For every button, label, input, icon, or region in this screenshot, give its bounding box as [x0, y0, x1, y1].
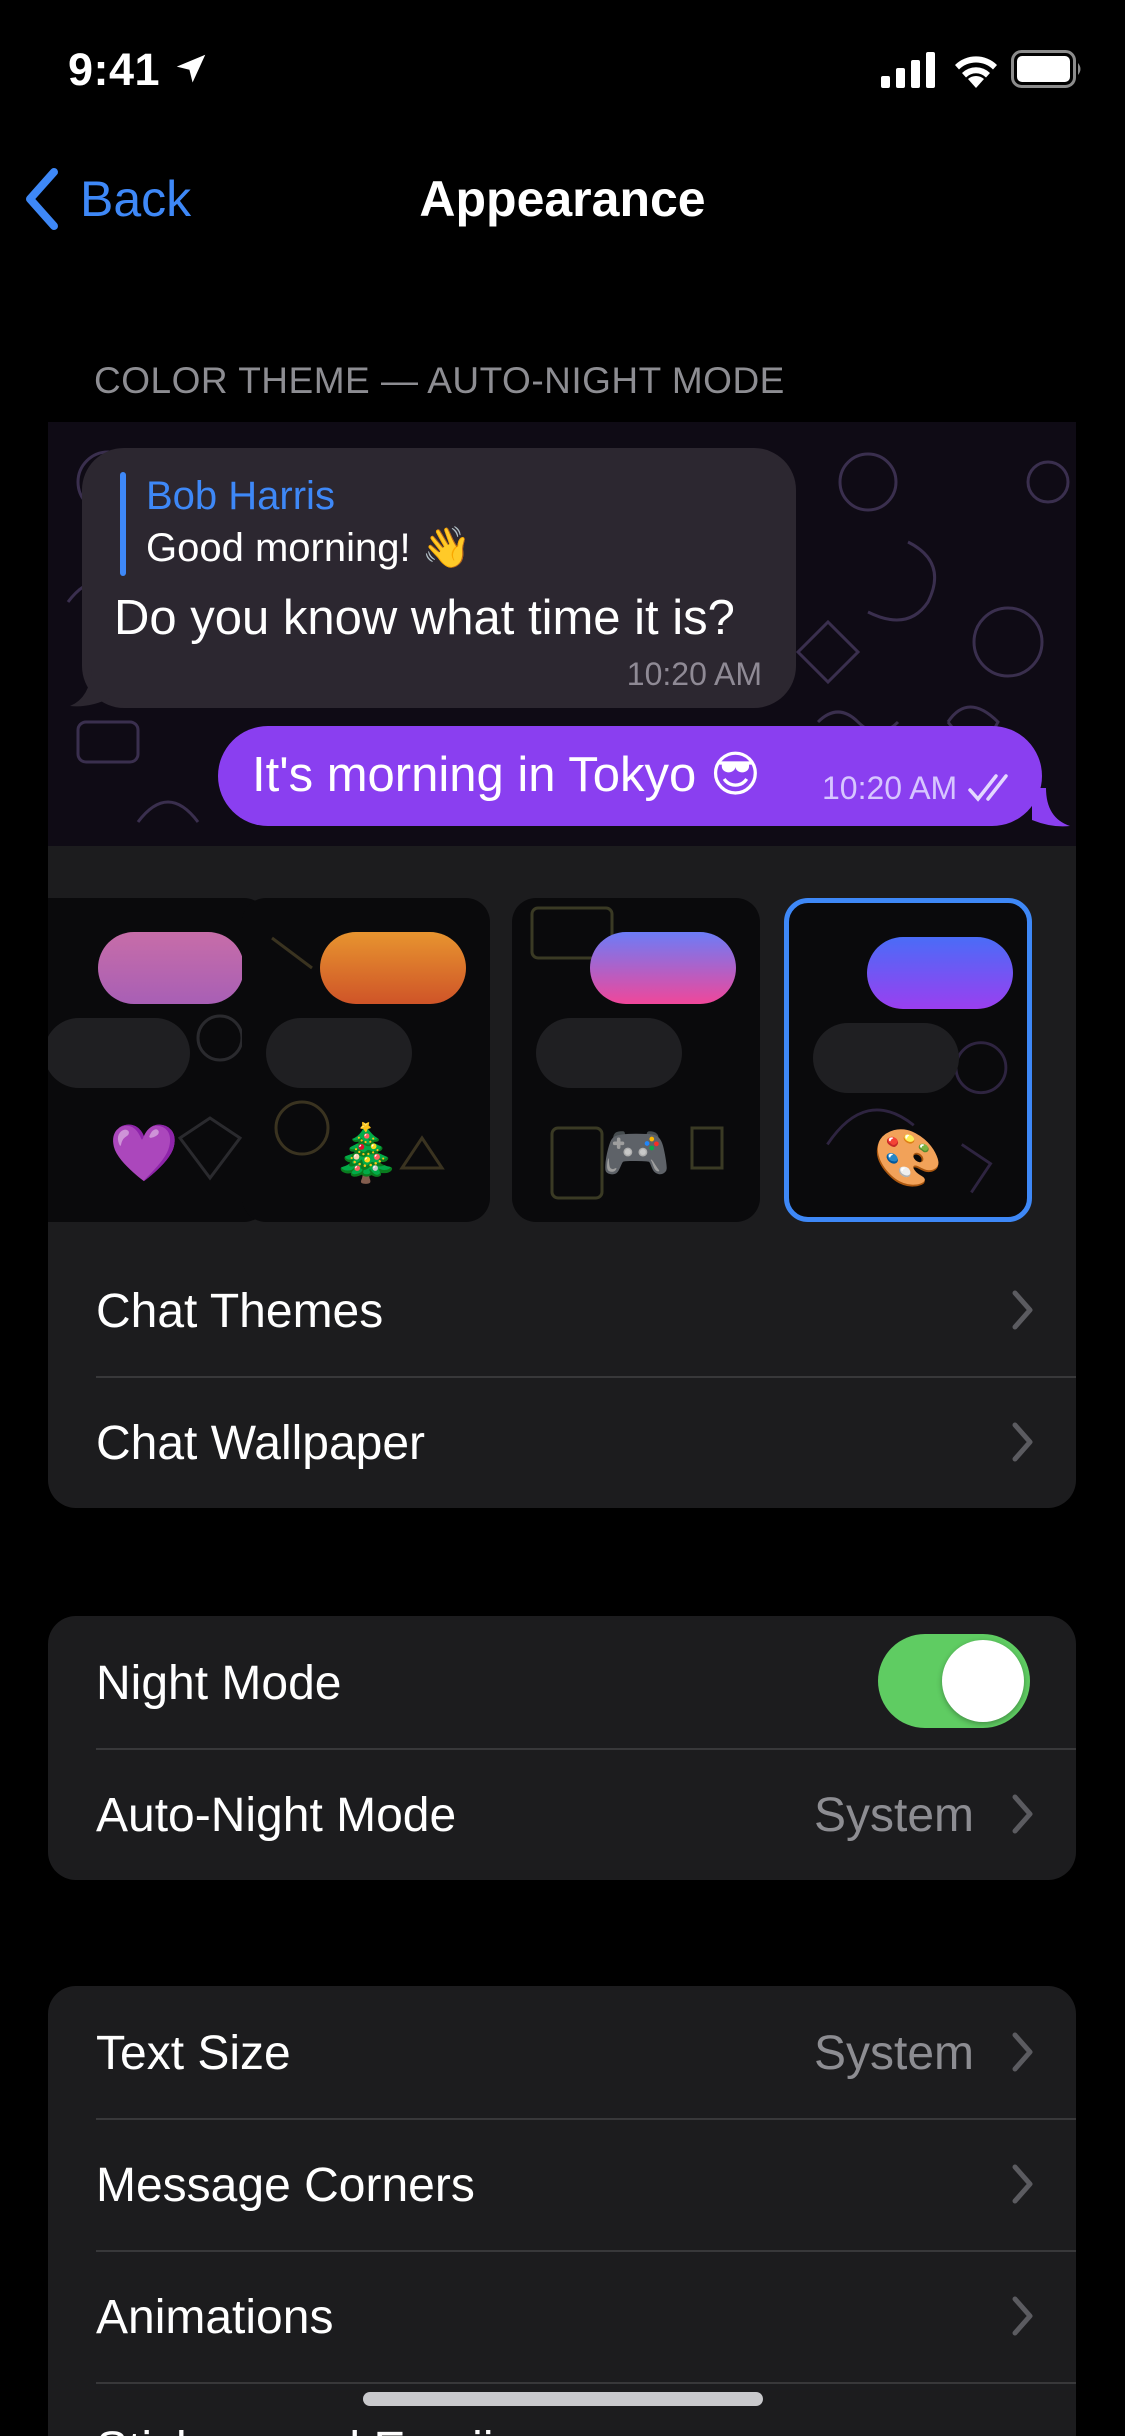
night-mode-label: Night Mode — [96, 1657, 342, 1710]
outgoing-message-text: It's morning in Tokyo 😎 — [252, 748, 761, 802]
theme-outgoing-bubble — [867, 937, 1013, 1009]
location-arrow-icon — [176, 54, 206, 83]
page-title: Appearance — [419, 171, 706, 227]
theme-option-christmas[interactable]: 🎄 — [242, 898, 490, 1222]
reply-sender-name: Bob Harris — [146, 474, 335, 518]
stickers-and-emoji-label: Stickers and Emoji — [96, 2422, 493, 2436]
theme-option-purple[interactable]: 💜 — [48, 898, 268, 1222]
section-header-color-theme: COLOR THEME — AUTO-NIGHT MODE — [94, 360, 785, 401]
chevron-right-icon — [1012, 2164, 1033, 2204]
chat-themes-label: Chat Themes — [96, 1285, 384, 1338]
themes-card: 💜 🎄 🎮 🎨 Chat Themes Chat Wallpaper — [48, 846, 1076, 1508]
outgoing-message-bubble: It's morning in Tokyo 😎 10:20 AM — [218, 726, 1042, 826]
battery-icon — [1011, 50, 1081, 88]
chevron-right-icon — [1012, 2032, 1033, 2072]
chat-themes-row[interactable]: Chat Themes — [48, 1244, 1076, 1376]
theme-emoji: 🎨 — [873, 1126, 943, 1189]
theme-outgoing-bubble — [98, 932, 244, 1004]
theme-emoji: 💜 — [109, 1121, 179, 1184]
message-corners-row[interactable]: Message Corners — [48, 2118, 1076, 2250]
theme-emoji: 🎮 — [601, 1121, 671, 1184]
theme-incoming-bubble — [813, 1023, 959, 1093]
status-bar: 9:41 — [0, 0, 1125, 140]
theme-emoji: 🎄 — [331, 1121, 401, 1184]
auto-night-mode-label: Auto-Night Mode — [96, 1789, 457, 1842]
chat-wallpaper-row[interactable]: Chat Wallpaper — [48, 1376, 1076, 1508]
animations-row[interactable]: Animations — [48, 2250, 1076, 2382]
night-mode-toggle[interactable] — [878, 1634, 1030, 1728]
reply-quoted-text: Good morning! 👋 — [146, 526, 472, 570]
theme-outgoing-bubble — [590, 932, 736, 1004]
text-size-label: Text Size — [96, 2027, 291, 2080]
incoming-message-time: 10:20 AM — [626, 656, 762, 692]
stickers-and-emoji-row[interactable]: Stickers and Emoji — [48, 2382, 1076, 2436]
read-checkmarks-icon — [968, 774, 1008, 802]
message-corners-label: Message Corners — [96, 2159, 475, 2212]
toggle-knob — [942, 1640, 1024, 1722]
reply-quote-bar — [120, 472, 126, 576]
chevron-right-icon — [1012, 2296, 1033, 2336]
theme-picker: 💜 🎄 🎮 🎨 — [48, 898, 1076, 1228]
night-mode-card: Night Mode Auto-Night Mode System — [48, 1616, 1076, 1880]
theme-option-art-selected[interactable]: 🎨 — [784, 898, 1032, 1222]
theme-incoming-bubble — [536, 1018, 682, 1088]
incoming-message-text: Do you know what time it is? — [114, 591, 735, 645]
text-size-row[interactable]: Text Size System — [48, 1986, 1076, 2118]
chat-preview: Bob Harris Good morning! 👋 Do you know w… — [48, 422, 1076, 846]
chat-wallpaper-label: Chat Wallpaper — [96, 1417, 426, 1470]
theme-option-game[interactable]: 🎮 — [512, 898, 760, 1222]
chevron-right-icon — [1012, 1422, 1033, 1462]
wifi-icon — [955, 56, 997, 88]
outgoing-bubble-tail — [1032, 788, 1070, 827]
display-settings-card: Text Size System Message Corners Animati… — [48, 1986, 1076, 2436]
auto-night-mode-value: System — [813, 1789, 974, 1842]
text-size-value: System — [813, 2027, 974, 2080]
status-time: 9:41 — [68, 44, 161, 95]
appearance-screen: 9:41 Back Appearance COLOR THEME — AUTO-… — [0, 0, 1125, 2436]
chevron-right-icon — [1012, 1290, 1033, 1330]
chevron-right-icon — [1012, 1794, 1033, 1834]
incoming-message-bubble: Bob Harris Good morning! 👋 Do you know w… — [82, 448, 796, 708]
theme-outgoing-bubble — [320, 932, 466, 1004]
theme-incoming-bubble — [266, 1018, 412, 1088]
outgoing-message-time: 10:20 AM — [822, 770, 958, 806]
night-mode-row: Night Mode — [48, 1616, 1076, 1748]
incoming-bubble-tail — [70, 668, 110, 707]
animations-label: Animations — [96, 2291, 334, 2344]
home-indicator[interactable] — [363, 2392, 763, 2406]
cellular-signal-icon — [881, 52, 935, 88]
auto-night-mode-row[interactable]: Auto-Night Mode System — [48, 1748, 1076, 1880]
theme-incoming-bubble — [48, 1018, 190, 1088]
